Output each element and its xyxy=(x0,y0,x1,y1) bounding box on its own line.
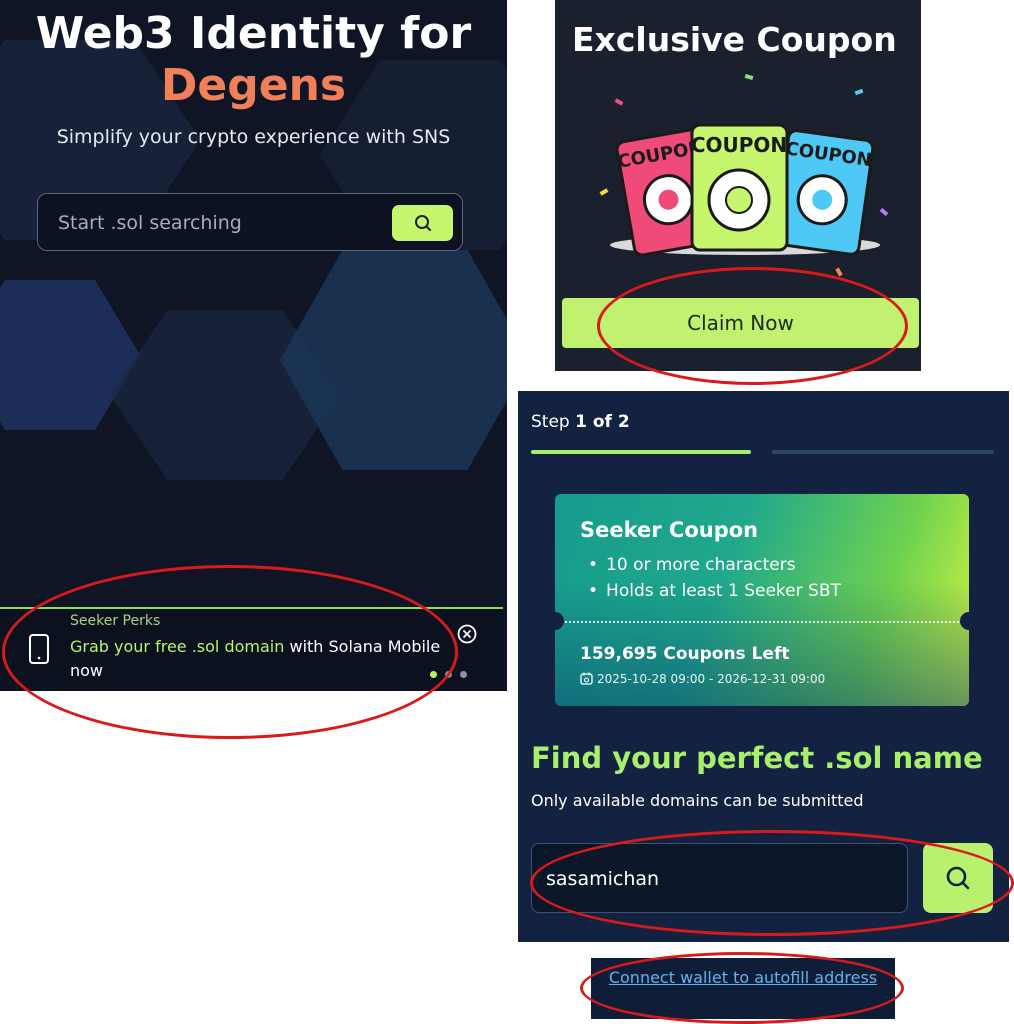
seeker-coupon-title: Seeker Coupon xyxy=(580,518,759,542)
seeker-coupon-ticket: Seeker Coupon 10 or more characters Hold… xyxy=(555,494,969,706)
sol-search-bar xyxy=(37,193,463,251)
close-icon[interactable] xyxy=(456,623,478,645)
calendar-icon xyxy=(580,672,593,685)
coupon-validity: 2025-10-28 09:00 - 2026-12-31 09:00 xyxy=(580,672,825,686)
sns-landing-panel: Web3 Identity for Degens Simplify your c… xyxy=(0,0,507,691)
domain-search-field xyxy=(531,843,908,913)
coupon-tickets-illustration: COUPON COUPON COUPON xyxy=(599,74,889,277)
search-icon xyxy=(414,215,431,231)
coupon-date-range: 2025-10-28 09:00 - 2026-12-31 09:00 xyxy=(597,672,826,686)
find-name-heading: Find your perfect .sol name xyxy=(531,741,983,775)
domain-claim-step-panel: Step 1 of 2 Seeker Coupon 10 or more cha… xyxy=(518,391,1009,942)
banner-message: Grab your free .sol domain with Solana M… xyxy=(70,635,445,683)
claim-now-button[interactable]: Claim Now xyxy=(562,298,919,348)
seeker-perks-banner[interactable]: Seeker Perks Grab your free .sol domain … xyxy=(0,607,503,691)
ticket-divider xyxy=(565,621,959,623)
ticket-notch xyxy=(960,612,978,630)
coupons-left-count: 159,695 Coupons Left xyxy=(580,644,790,664)
seeker-requirement: 10 or more characters xyxy=(588,555,796,575)
hero-title: Web3 Identity for Degens xyxy=(0,8,507,112)
hero-title-accent: Degens xyxy=(160,60,347,111)
availability-note: Only available domains can be submitted xyxy=(531,791,864,810)
progress-bar-active xyxy=(531,450,751,454)
domain-input[interactable] xyxy=(546,866,886,892)
pager-dot-active[interactable] xyxy=(430,671,437,678)
coupon-ticket-label: COUPON xyxy=(691,133,787,157)
banner-message-highlight: Grab your free .sol domain xyxy=(70,637,285,656)
progress-bar-remaining xyxy=(772,450,994,454)
connect-wallet-link[interactable]: Connect wallet to autofill address xyxy=(591,968,895,987)
step-indicator: Step 1 of 2 xyxy=(531,412,630,432)
hero-subtitle: Simplify your crypto experience with SNS xyxy=(56,126,451,148)
step-value: 1 of 2 xyxy=(575,412,630,432)
sol-search-input[interactable] xyxy=(58,210,378,236)
phone-icon xyxy=(29,634,49,664)
domain-search-button[interactable] xyxy=(923,843,993,913)
background-hexagon xyxy=(280,250,507,470)
exclusive-coupon-card: Exclusive Coupon COUPON COUPON COUPON Cl… xyxy=(555,0,921,371)
search-icon xyxy=(946,866,970,890)
coupon-card-title: Exclusive Coupon xyxy=(572,20,897,59)
connect-wallet-strip: Connect wallet to autofill address xyxy=(591,958,895,1019)
sol-search-button[interactable] xyxy=(392,205,453,241)
hero-title-line1: Web3 Identity for xyxy=(35,8,472,59)
banner-eyebrow: Seeker Perks xyxy=(70,613,161,629)
seeker-requirement: Holds at least 1 Seeker SBT xyxy=(588,581,841,601)
step-prefix: Step xyxy=(531,412,576,432)
ticket-notch xyxy=(546,612,564,630)
pager-dot[interactable] xyxy=(460,671,467,678)
pager-dot[interactable] xyxy=(445,671,452,678)
